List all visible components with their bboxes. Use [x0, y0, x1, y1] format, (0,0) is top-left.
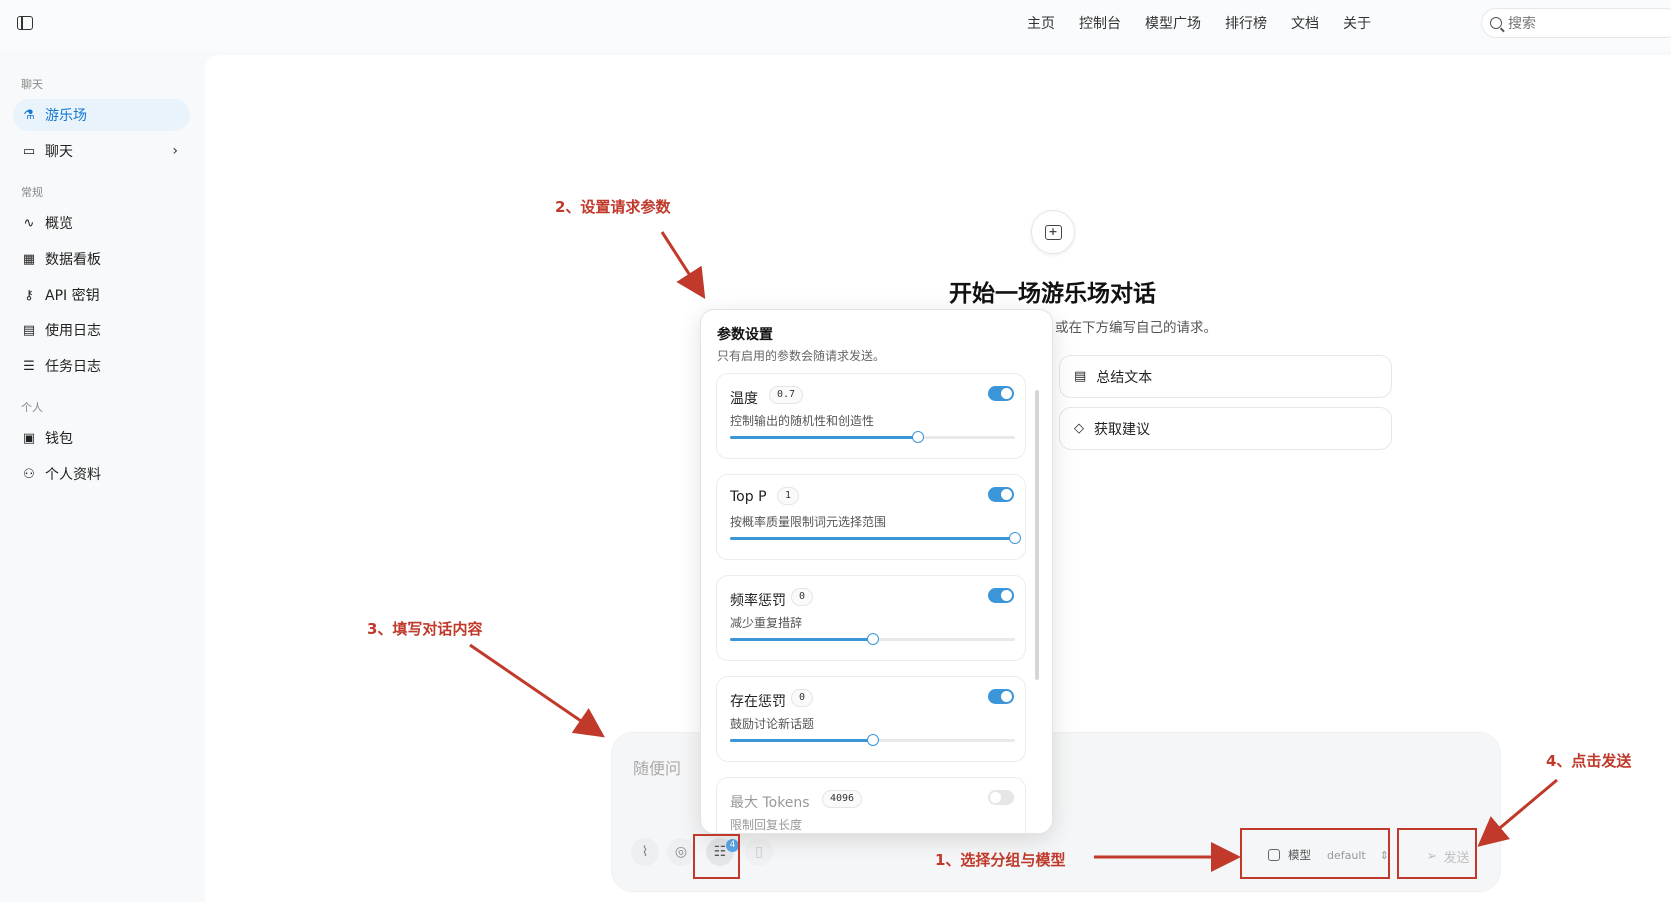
arrow-step3 — [469, 643, 605, 738]
arrow-step2 — [660, 231, 706, 300]
annotation-arrows — [469, 231, 1558, 872]
arrow-step4 — [1477, 778, 1558, 847]
